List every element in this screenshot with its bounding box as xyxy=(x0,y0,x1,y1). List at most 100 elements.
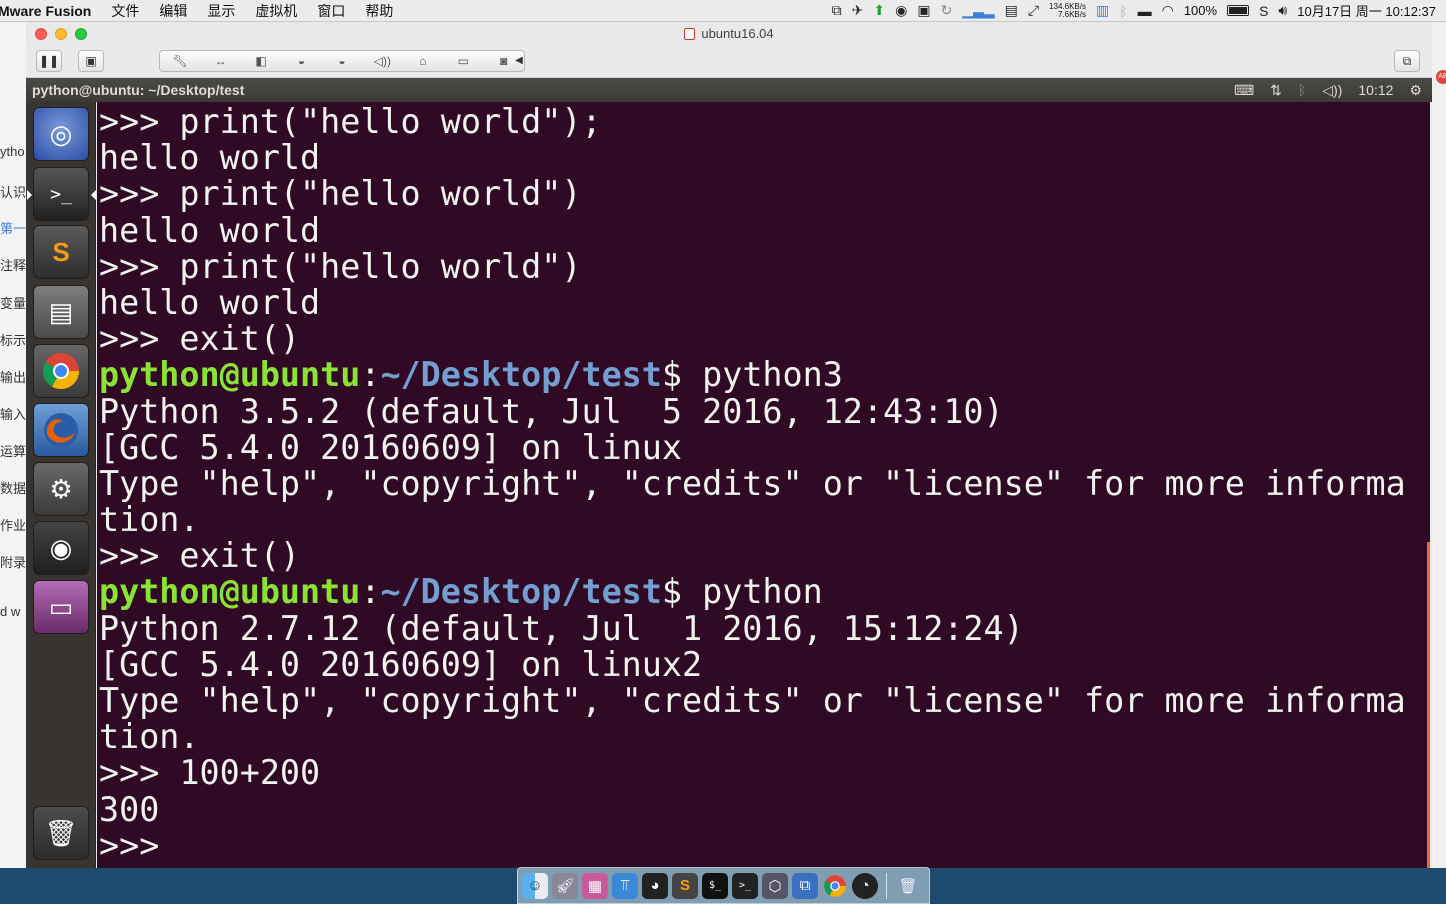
terminal-line: hello world xyxy=(99,284,321,322)
activity-graph-icon[interactable]: ▁▃▂ xyxy=(962,2,994,19)
bg-text: 注释 xyxy=(0,258,26,273)
vm-icon xyxy=(684,28,696,40)
chrome-dock-icon[interactable] xyxy=(822,873,848,899)
terminal-line: tion. xyxy=(99,502,200,539)
bg-text: 数据 xyxy=(0,481,26,496)
github-icon[interactable]: ◉ xyxy=(895,2,907,19)
launchpad-icon[interactable]: 🚀︎ xyxy=(552,872,578,899)
input-method-icon[interactable]: S xyxy=(1259,3,1268,19)
sound-icon[interactable]: ◁)) xyxy=(367,54,397,68)
terminal-area[interactable]: >>> print("hello world"); hello world >>> … xyxy=(97,102,1430,868)
disk-utility-icon[interactable]: ◉ xyxy=(33,521,89,575)
battery-icon[interactable] xyxy=(1227,5,1250,16)
cd-drive-2-icon[interactable]: ◒ xyxy=(327,54,357,68)
memory-icon[interactable]: ▤ xyxy=(1005,2,1018,19)
sound-indicator-icon[interactable]: ◁)) xyxy=(1322,82,1342,99)
prompt-command: $ python xyxy=(661,574,823,611)
bluetooth-icon[interactable]: ᛒ xyxy=(1119,3,1127,19)
terminal-dock-icon[interactable]: $_ xyxy=(702,872,728,899)
app-menu-vmware-fusion[interactable]: Mware Fusion xyxy=(0,3,101,19)
menu-vm[interactable]: 虚拟机 xyxy=(245,1,307,21)
usb-icon[interactable]: ⌂ xyxy=(408,54,438,68)
wifi-icon[interactable]: ◠ xyxy=(1162,2,1174,19)
prompt-command: $ python3 xyxy=(661,357,843,394)
chrome-dock-logo-icon xyxy=(824,874,846,897)
terminal-line: >>> 100+200 xyxy=(99,755,321,792)
disk-icon[interactable]: ◧ xyxy=(246,54,276,68)
finder-icon[interactable]: ☺ xyxy=(522,872,548,899)
unity-mode-button[interactable]: ⧉ xyxy=(1394,50,1420,72)
toolbar-collapse-icon[interactable]: ◀ xyxy=(512,50,526,72)
bluetooth-indicator-icon[interactable]: ᛒ xyxy=(1298,82,1306,98)
menu-help[interactable]: 帮助 xyxy=(355,1,403,21)
system-settings-icon[interactable]: ⚙ xyxy=(33,462,89,516)
bg-text: 作业 xyxy=(0,518,26,533)
vmware-window: ubuntu16.04 ❚❚ ▣ 🔧︎ ↔ ◧ ◒ ◒ ◁)) ⌂ ▭ ◙ ◀ … xyxy=(26,22,1432,868)
terminal-line: tion. xyxy=(99,719,200,756)
mac-menubar: Mware Fusion 文件 编辑 显示 虚拟机 窗口 帮助 ⧉ ✈ ⬆ ◉ … xyxy=(0,0,1446,22)
terminal-line: >>> print("hello world"); xyxy=(99,104,602,141)
bg-text: 变量 xyxy=(0,296,26,311)
terminal-scrollbar[interactable] xyxy=(1427,542,1430,868)
terminal-line: >>> exit() xyxy=(99,321,301,358)
menu-view[interactable]: 显示 xyxy=(197,1,245,21)
snapshot-button[interactable]: ▣ xyxy=(78,50,104,72)
trash-dock-icon[interactable]: 🗑︎ xyxy=(895,873,921,899)
active-window-title: python@ubuntu: ~/Desktop/test xyxy=(32,82,245,98)
terminal-output: >>> print("hello world"); hello world >>> … xyxy=(99,104,1419,864)
vpn-icon[interactable]: ✈ xyxy=(852,2,864,19)
qq-icon[interactable]: ◕ xyxy=(642,872,668,899)
display-icon[interactable]: ▣ xyxy=(917,2,930,19)
time-machine-icon[interactable]: ↻ xyxy=(941,2,953,19)
pause-button[interactable]: ❚❚ xyxy=(36,50,62,72)
ubuntu-clock[interactable]: 10:12 xyxy=(1358,82,1393,98)
cpu-icon[interactable]: ▥ xyxy=(1096,2,1109,19)
bg-text: 认识 xyxy=(0,185,26,200)
volume-icon[interactable]: 🔊︎ xyxy=(1278,2,1287,19)
settings-wrench-icon[interactable]: 🔧︎ xyxy=(165,54,195,68)
sublime-dock-icon[interactable]: S xyxy=(672,872,698,899)
dock-separator xyxy=(886,872,887,899)
bg-text: 输入 xyxy=(0,407,26,422)
terminal-line: >>> xyxy=(99,827,180,864)
terminal-launcher-icon[interactable]: >_ xyxy=(27,167,96,221)
network-indicator-icon[interactable]: ⇅ xyxy=(1270,82,1282,99)
obs-icon[interactable]: ◔ xyxy=(852,872,878,899)
bg-text: 附录 xyxy=(0,555,26,570)
upload-icon[interactable]: ⬆ xyxy=(873,2,885,19)
keyboard-icon[interactable]: ▬ xyxy=(1138,3,1152,19)
menu-file[interactable]: 文件 xyxy=(101,1,149,21)
cd-drive-icon[interactable]: ◒ xyxy=(287,54,317,68)
printer-icon[interactable]: ▭ xyxy=(448,54,478,68)
prompt-user: python@ubuntu xyxy=(99,574,361,611)
session-gear-icon[interactable]: ⚙ xyxy=(1409,82,1422,99)
keyboard-indicator-icon[interactable]: ⌨ xyxy=(1234,82,1254,99)
files-icon[interactable]: ▤ xyxy=(33,285,89,339)
resize-icon[interactable]: ⤢ xyxy=(1028,2,1039,19)
bg-text: ytho xyxy=(0,144,25,159)
terminal2-dock-icon[interactable]: >_ xyxy=(732,872,758,899)
menubar-clock[interactable]: 10月17日 周一 10:12:37 xyxy=(1297,1,1436,20)
window-titlebar[interactable]: ubuntu16.04 xyxy=(26,22,1432,46)
photo-app-icon[interactable]: ▦ xyxy=(582,872,608,899)
firefox-icon[interactable] xyxy=(33,403,89,457)
terminal-line: hello world xyxy=(99,212,321,249)
workspace-switcher-icon[interactable]: ▭ xyxy=(33,580,89,634)
ubuntu-indicators: ⌨ ⇅ ᛒ ◁)) 10:12 ⚙ xyxy=(1234,82,1432,99)
vmware-dock-icon[interactable]: ⧉ xyxy=(792,872,818,899)
trash-icon[interactable]: 🗑︎ xyxy=(33,806,89,860)
menubar-status-area: ⧉ ✈ ⬆ ◉ ▣ ↻ ▁▃▂ ▤ ⤢ 134.6KB/s 7.6KB/s ▥ … xyxy=(832,1,1446,20)
dash-home-icon[interactable]: ◎ xyxy=(33,107,89,161)
menu-edit[interactable]: 编辑 xyxy=(149,1,197,21)
window-title-text: ubuntu16.04 xyxy=(701,26,774,41)
terminal-line: >>> print("hello world") xyxy=(99,248,582,285)
terminal-line: Type "help", "copyright", "credits" or "… xyxy=(99,465,1406,503)
keynote-icon[interactable]: ⫪ xyxy=(612,872,638,899)
sublime-text-icon[interactable]: S xyxy=(33,225,89,279)
adblock-icon: AB xyxy=(1436,70,1446,84)
chrome-icon[interactable] xyxy=(33,344,89,398)
menu-window[interactable]: 窗口 xyxy=(307,1,355,21)
virtualbox-icon[interactable]: ⬡ xyxy=(762,872,788,899)
vmware-status-icon[interactable]: ⧉ xyxy=(832,2,842,19)
network-icon[interactable]: ↔ xyxy=(206,54,236,68)
